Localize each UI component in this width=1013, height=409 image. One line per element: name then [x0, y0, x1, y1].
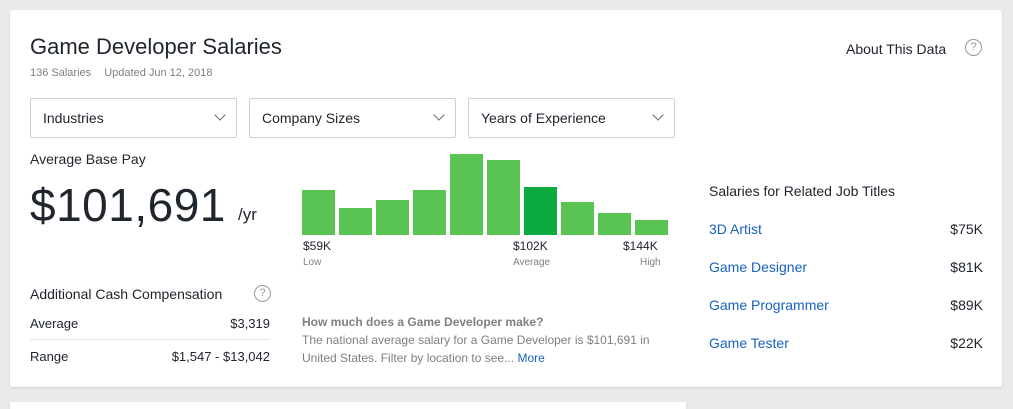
how-much-question: How much does a Game Developer make? [302, 315, 544, 329]
cash-average-value: $3,319 [230, 316, 270, 331]
histogram-bar [413, 190, 446, 235]
tick-low-value: $59K [303, 239, 332, 253]
updated-date: Updated Jun 12, 2018 [104, 67, 213, 79]
average-base-pay-label: Average Base Pay [30, 151, 146, 167]
cash-average-row: Average $3,319 [30, 316, 270, 331]
histogram-bar [339, 207, 372, 235]
histogram-bar [302, 190, 335, 235]
related-item-amount: $22K [950, 335, 983, 351]
more-link[interactable]: More [517, 351, 544, 365]
related-item-link[interactable]: 3D Artist [709, 221, 762, 237]
related-item-amount: $75K [950, 221, 983, 237]
about-data-link[interactable]: About This Data [846, 41, 946, 57]
histogram-bar [561, 201, 594, 235]
tick-average-value: $102K [513, 239, 548, 253]
company-sizes-dropdown-label: Company Sizes [262, 110, 361, 126]
related-item: Game Tester $22K [709, 335, 983, 351]
tick-average-label: Average [513, 257, 551, 268]
additional-cash-label: Additional Cash Compensation [30, 286, 223, 302]
tick-high-label: High [640, 257, 661, 268]
cash-range-label: Range [30, 349, 69, 364]
cash-range-row: Range $1,547 - $13,042 [30, 349, 270, 364]
years-of-experience-dropdown-label: Years of Experience [481, 110, 606, 126]
how-much-description: The national average salary for a Game D… [302, 331, 662, 367]
industries-dropdown[interactable]: Industries [30, 98, 237, 138]
related-item-amount: $89K [950, 297, 983, 313]
related-item-amount: $81K [950, 259, 983, 275]
salary-distribution-chart [300, 150, 670, 235]
tick-low-label: Low [303, 257, 322, 268]
histogram-bar [376, 199, 409, 235]
chevron-down-icon [214, 109, 226, 121]
divider [30, 339, 270, 340]
histogram-bar [598, 212, 631, 235]
years-of-experience-dropdown[interactable]: Years of Experience [468, 98, 675, 138]
chevron-down-icon [652, 109, 664, 121]
industries-dropdown-label: Industries [43, 110, 104, 126]
help-icon[interactable]: ? [254, 285, 271, 302]
salaries-count: 136 Salaries [30, 67, 92, 79]
pay-period: /yr [238, 205, 257, 224]
related-item: 3D Artist $75K [709, 221, 983, 237]
related-titles-heading: Salaries for Related Job Titles [709, 183, 895, 199]
salary-card: Game Developer Salaries 136 Salaries Upd… [10, 10, 1002, 387]
related-item: Game Designer $81K [709, 259, 983, 275]
average-base-pay-value: $101,691 [30, 179, 226, 231]
related-item: Game Programmer $89K [709, 297, 983, 313]
company-sizes-dropdown[interactable]: Company Sizes [249, 98, 456, 138]
related-item-link[interactable]: Game Designer [709, 259, 807, 275]
how-much-text: The national average salary for a Game D… [302, 333, 650, 365]
page-title: Game Developer Salaries [30, 34, 282, 59]
salary-meta: 136 Salaries Updated Jun 12, 2018 [30, 67, 212, 79]
tick-high-value: $144K [623, 239, 658, 253]
cash-range-value: $1,547 - $13,042 [171, 349, 270, 364]
next-card [10, 402, 686, 409]
chevron-down-icon [433, 109, 445, 121]
related-item-link[interactable]: Game Tester [709, 335, 789, 351]
related-item-link[interactable]: Game Programmer [709, 297, 829, 313]
help-icon[interactable]: ? [965, 39, 982, 56]
histogram-bar [524, 187, 557, 235]
histogram-bar [450, 154, 483, 235]
cash-average-label: Average [30, 316, 79, 331]
histogram-bar [635, 219, 668, 235]
histogram-bar [487, 160, 520, 235]
